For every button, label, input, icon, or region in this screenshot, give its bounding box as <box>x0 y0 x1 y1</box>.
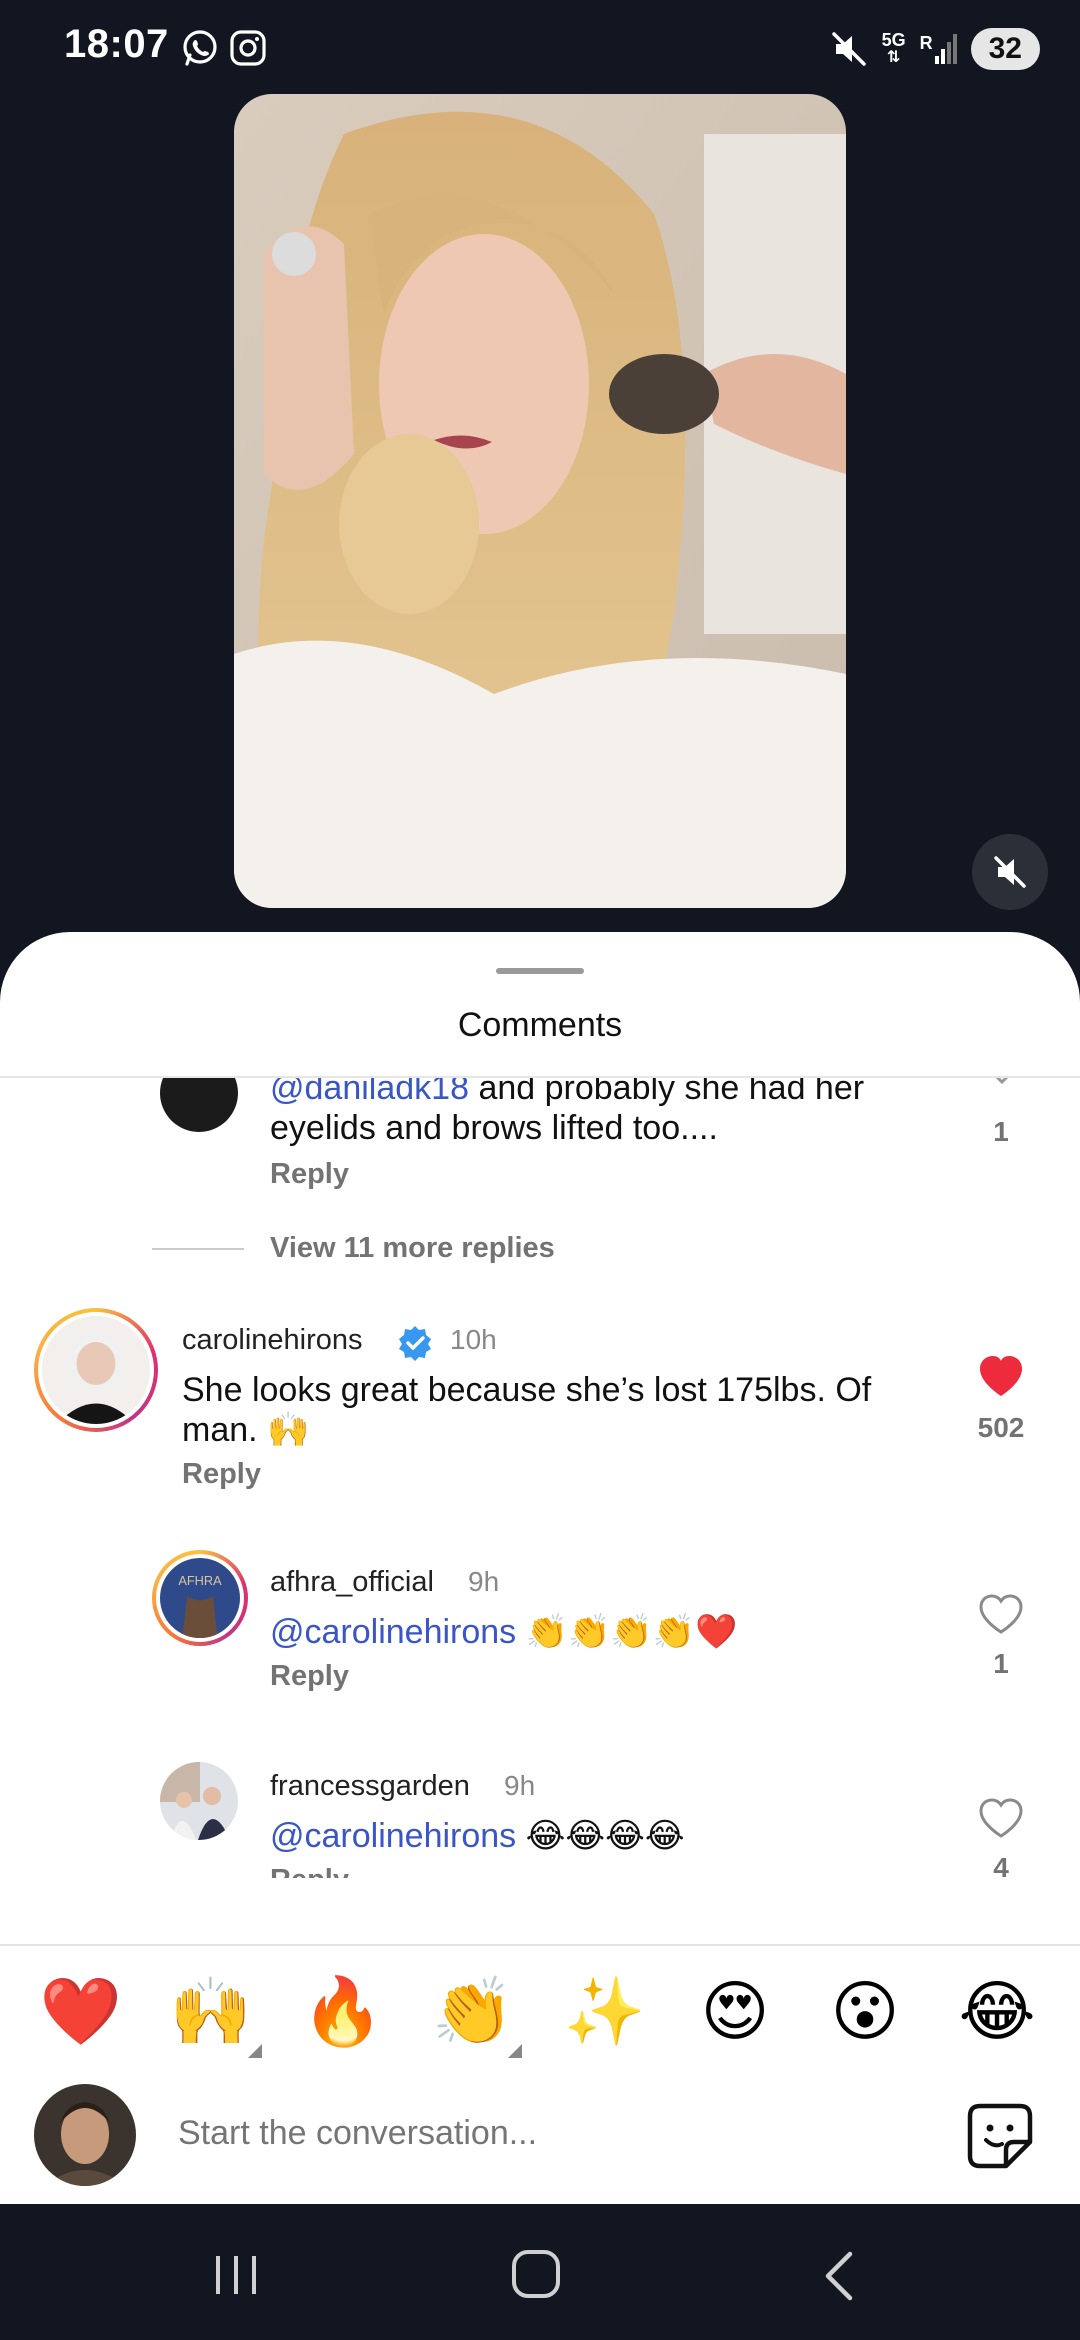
verified-badge-icon <box>399 1326 431 1361</box>
reel-video[interactable] <box>234 94 846 908</box>
svg-text:AFHRA: AFHRA <box>178 1573 222 1588</box>
comment-text: @daniladk18 and probably she had her eye… <box>270 1078 865 1147</box>
comment-text: @carolinehirons 😂😂😂😂 <box>270 1817 685 1855</box>
comment-username[interactable]: carolinehirons <box>182 1324 363 1357</box>
view-more-replies-button[interactable]: View 11 more replies <box>270 1232 555 1265</box>
avatar: AFHRA <box>160 1558 240 1638</box>
back-icon[interactable] <box>820 2250 860 2302</box>
skin-tone-indicator <box>248 2044 262 2058</box>
comment-username[interactable]: francessgarden <box>270 1770 470 1803</box>
signal-indicator: R <box>920 34 957 64</box>
chevron-down-icon[interactable] <box>978 1078 1026 1102</box>
reaction-surprised[interactable]: 😮 <box>820 1966 910 2056</box>
network-indicator: 5G ⇅ <box>881 30 906 66</box>
avatar[interactable] <box>160 1762 238 1840</box>
whatsapp-icon <box>183 30 217 66</box>
comment-text: @carolinehirons 👏👏👏👏❤️ <box>270 1613 738 1651</box>
recent-apps-icon[interactable] <box>212 2252 260 2296</box>
signal-icon <box>934 34 957 64</box>
quick-reactions: ❤️ 🙌 🔥 👏 ✨ 😍 😮 😂 <box>0 1966 1080 2058</box>
status-time: 18:07 <box>64 22 169 66</box>
reaction-bar-divider <box>0 1944 1080 1946</box>
liked-heart-icon[interactable] <box>977 1354 1025 1398</box>
video-mute-button[interactable] <box>972 834 1048 910</box>
reaction-sparkles[interactable]: ✨ <box>560 1966 650 2056</box>
avatar-story-ring[interactable] <box>34 1308 158 1432</box>
reply-button[interactable]: Reply <box>182 1458 261 1491</box>
reaction-heart[interactable]: ❤️ <box>36 1966 126 2056</box>
reaction-raising-hands[interactable]: 🙌 <box>166 1966 256 2056</box>
view-more-line <box>152 1248 244 1250</box>
avatar[interactable] <box>160 1078 238 1132</box>
status-right: 5G ⇅ R 32 <box>830 22 1040 76</box>
comment-time: 9h <box>468 1566 500 1597</box>
like-count: 1 <box>993 1116 1009 1147</box>
avatar-story-ring[interactable]: AFHRA <box>152 1550 248 1646</box>
like-count: 502 <box>977 1412 1025 1443</box>
battery-badge: 32 <box>970 28 1040 70</box>
system-nav-bar <box>0 2204 1080 2340</box>
comment-time: 10h <box>450 1324 497 1355</box>
reply-button[interactable]: Reply <box>270 1158 349 1191</box>
current-user-avatar[interactable] <box>34 2084 136 2186</box>
sheet-title: Comments <box>457 1006 623 1044</box>
comment-composer <box>0 2068 1080 2204</box>
heart-outline-icon[interactable] <box>977 1592 1025 1636</box>
sheet-drag-handle[interactable] <box>496 968 584 974</box>
mute-icon <box>831 32 866 66</box>
home-icon[interactable] <box>510 2248 562 2300</box>
like-count: 4 <box>993 1852 1009 1878</box>
reply-button[interactable]: Reply <box>270 1660 349 1693</box>
reaction-clapping[interactable]: 👏 <box>428 1966 518 2056</box>
comment-input[interactable] <box>176 2102 880 2164</box>
comment-username[interactable]: afhra_official <box>270 1566 434 1599</box>
reaction-heart-eyes[interactable]: 😍 <box>690 1966 780 2056</box>
instagram-icon <box>230 30 266 66</box>
status-bar: 18:07 5G ⇅ R 32 <box>0 0 1080 96</box>
skin-tone-indicator <box>508 2044 522 2058</box>
heart-outline-icon[interactable] <box>977 1796 1025 1840</box>
like-count: 1 <box>993 1648 1009 1679</box>
comments-list[interactable]: @daniladk18 and probably she had her eye… <box>0 1078 1080 1878</box>
avatar <box>42 1316 150 1424</box>
speaker-muted-icon <box>994 856 1026 888</box>
reaction-laughing[interactable]: 😂 <box>952 1966 1042 2056</box>
sticker-icon[interactable] <box>966 2102 1034 2170</box>
reply-button[interactable]: Reply <box>270 1864 349 1878</box>
comment-time: 9h <box>504 1770 536 1801</box>
reaction-fire[interactable]: 🔥 <box>298 1966 388 2056</box>
video-frame-image <box>234 94 846 908</box>
comment-text: She looks great because she’s lost 175lb… <box>182 1371 872 1449</box>
